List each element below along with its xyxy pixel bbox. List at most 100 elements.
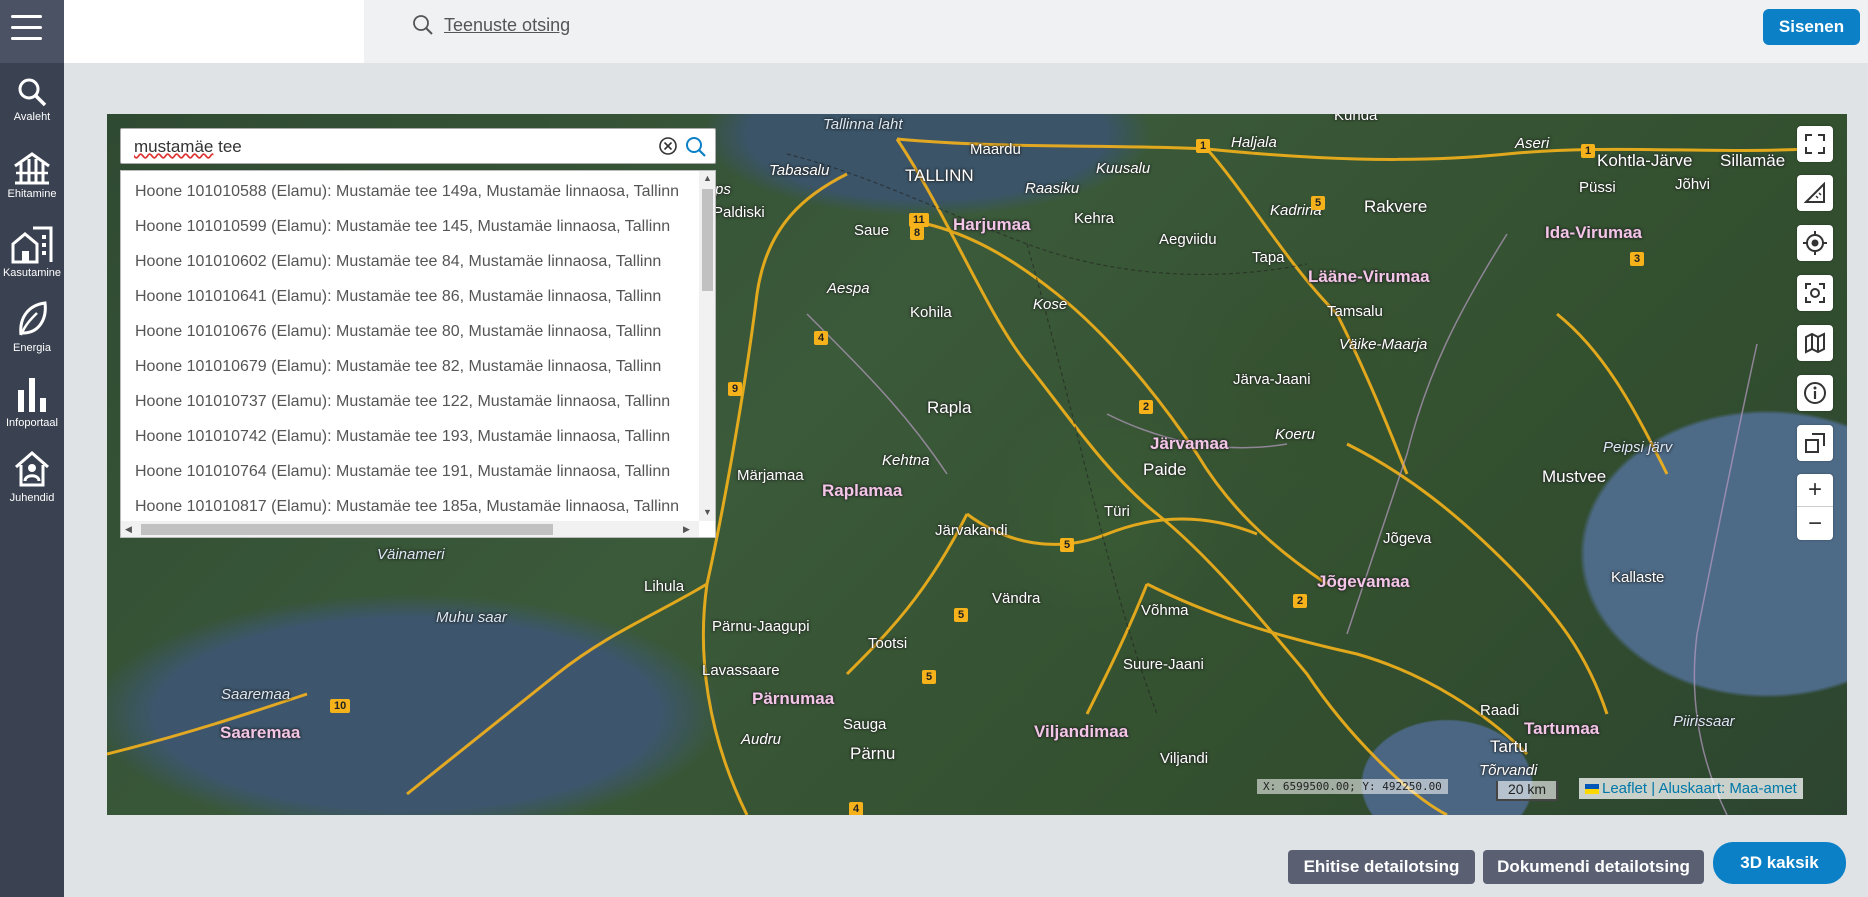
- zoom-out-button[interactable]: −: [1797, 507, 1833, 540]
- measure-button[interactable]: [1797, 175, 1833, 211]
- header: Teenuste otsing Sisenen: [364, 0, 1868, 63]
- scrollbar-thumb[interactable]: [702, 189, 713, 291]
- map-label: Järvamaa: [1150, 434, 1229, 453]
- map-label: Tartumaa: [1524, 719, 1600, 738]
- search-result-item[interactable]: Hoone 101010679 (Elamu): Mustamäe tee 82…: [135, 358, 705, 376]
- map-label: Pärnu-Jaagupi: [712, 618, 810, 635]
- address-search-input[interactable]: mustamäe tee: [120, 128, 716, 164]
- search-result-item[interactable]: Hoone 101010602 (Elamu): Mustamäe tee 84…: [135, 253, 705, 271]
- map-label: Muhu saar: [436, 609, 507, 626]
- map-label: Võhma: [1141, 602, 1189, 619]
- road-number-shield: 8: [910, 226, 925, 240]
- search-result-item[interactable]: Hoone 101010742 (Elamu): Mustamäe tee 19…: [135, 428, 705, 446]
- map-label: Lihula: [644, 578, 685, 595]
- map-label: Jõgeva: [1383, 530, 1432, 547]
- map-label: Piirissaar: [1673, 713, 1735, 730]
- map-label: Sillamäe: [1720, 151, 1786, 170]
- 3d-twin-button[interactable]: 3D kaksik: [1713, 842, 1846, 884]
- road-number-shield: 5: [1060, 538, 1075, 552]
- road-number-shield: 1: [1581, 144, 1596, 158]
- map-label: Paldiski: [713, 204, 765, 221]
- scroll-up-arrow-icon[interactable]: ▲: [703, 173, 712, 183]
- map-label: Suure-Jaani: [1123, 656, 1204, 673]
- search-result-item[interactable]: Hoone 101010599 (Elamu): Mustamäe tee 14…: [135, 218, 705, 236]
- search-result-item[interactable]: Hoone 101010588 (Elamu): Mustamäe tee 14…: [135, 183, 705, 201]
- map-label: Järvakandi: [935, 522, 1008, 539]
- map-label: Kunda: [1334, 114, 1378, 124]
- attribution-separator: |: [1647, 780, 1659, 797]
- map-label: Türi: [1104, 503, 1130, 520]
- zoom-in-button[interactable]: +: [1797, 474, 1833, 507]
- sidebar-item-label: Energia: [13, 342, 51, 354]
- search-result-item[interactable]: Hoone 101010676 (Elamu): Mustamäe tee 80…: [135, 323, 705, 341]
- scroll-left-arrow-icon[interactable]: ◀: [125, 524, 132, 535]
- scale-bar: 20 km: [1496, 781, 1558, 801]
- signin-button[interactable]: Sisenen: [1763, 9, 1860, 45]
- sidebar-item-energia[interactable]: Energia: [0, 293, 64, 365]
- coordinates-readout: X: 6599500.00; Y: 492250.00: [1257, 779, 1448, 794]
- horizontal-scrollbar[interactable]: ◀ ▶: [121, 521, 699, 537]
- building-detail-search-button[interactable]: Ehitise detailotsing: [1288, 850, 1475, 884]
- map-label: Tapa: [1252, 249, 1285, 266]
- scrollbar-thumb[interactable]: [141, 524, 553, 535]
- scroll-down-arrow-icon[interactable]: ▼: [703, 507, 712, 517]
- sidebar-item-label: Juhendid: [9, 492, 55, 504]
- building-icon: [14, 152, 50, 185]
- service-search[interactable]: Teenuste otsing: [412, 14, 570, 36]
- hamburger-bar: [11, 26, 42, 29]
- screenshot-button[interactable]: [1797, 275, 1833, 311]
- sidebar-item-label: Ehitamine: [7, 188, 57, 200]
- locate-button[interactable]: [1797, 225, 1833, 261]
- maa-amet-link[interactable]: Aluskaart: Maa-amet: [1658, 780, 1796, 797]
- fullscreen-button[interactable]: [1797, 126, 1833, 162]
- sidebar-item-label: Avaleht: [13, 111, 51, 123]
- map-label: Raplamaa: [822, 481, 903, 500]
- document-detail-search-button[interactable]: Dokumendi detailotsing: [1483, 850, 1704, 884]
- search-result-item[interactable]: Hoone 101010817 (Elamu): Mustamäe tee 18…: [135, 498, 705, 516]
- map-label: Ida-Virumaa: [1545, 223, 1643, 242]
- sidebar-item-avaleht[interactable]: Avaleht: [0, 70, 64, 142]
- road-number-shield: 2: [1139, 400, 1154, 414]
- sidebar-item-kasutamine[interactable]: Kasutamine: [0, 218, 64, 290]
- search-result-item[interactable]: Hoone 101010764 (Elamu): Mustamäe tee 19…: [135, 463, 705, 481]
- layers-button[interactable]: [1797, 325, 1833, 361]
- sidebar-item-infoportaal[interactable]: Infoportaal: [0, 368, 64, 440]
- search-icon: [413, 15, 433, 35]
- map-label: Paide: [1143, 460, 1187, 479]
- map-label: Sauga: [843, 716, 887, 733]
- map-label: Kallaste: [1611, 569, 1665, 586]
- map-label: Aegviidu: [1159, 231, 1217, 248]
- leaflet-link[interactable]: Leaflet: [1602, 780, 1647, 797]
- road-number-shield: 11: [909, 213, 929, 227]
- map-label: Mustvee: [1542, 467, 1607, 486]
- sidebar-item-juhendid[interactable]: Juhendid: [0, 443, 64, 515]
- map-label: Tõrvandi: [1479, 762, 1538, 779]
- search-result-item[interactable]: Hoone 101010737 (Elamu): Mustamäe tee 12…: [135, 393, 705, 411]
- map-label: Kehtna: [882, 452, 930, 469]
- map-label: TALLINN: [905, 166, 974, 185]
- vertical-scrollbar[interactable]: ▲ ▼: [699, 171, 715, 521]
- clear-icon[interactable]: [658, 136, 678, 156]
- search-result-item[interactable]: Hoone 101010641 (Elamu): Mustamäe tee 86…: [135, 288, 705, 306]
- bar-chart-icon: [18, 378, 46, 412]
- map-label: Järva-Jaani: [1233, 371, 1311, 388]
- search-icon: [18, 78, 47, 107]
- map-label: Saaremaa: [221, 686, 291, 703]
- search-icon[interactable]: [685, 136, 707, 158]
- info-button[interactable]: [1797, 375, 1833, 411]
- house-guide-icon: [15, 451, 49, 487]
- locate-icon: [1803, 231, 1827, 255]
- map-label: Kehra: [1074, 210, 1115, 227]
- sidebar-item-label: Infoportaal: [6, 417, 58, 429]
- map-label: Aespa: [827, 280, 870, 297]
- map-label: Tootsi: [868, 635, 908, 652]
- map-icon: [1805, 332, 1825, 354]
- map-label: Kohtla-Järve: [1597, 151, 1693, 170]
- sidebar-item-ehitamine[interactable]: Ehitamine: [0, 145, 64, 217]
- road-number-shield: 3: [1630, 252, 1645, 266]
- road-number-shield: 10: [330, 699, 351, 713]
- map-label: Tartu: [1490, 737, 1528, 756]
- menu-button[interactable]: [0, 0, 64, 63]
- scroll-right-arrow-icon[interactable]: ▶: [683, 524, 690, 535]
- area-button[interactable]: [1797, 425, 1833, 461]
